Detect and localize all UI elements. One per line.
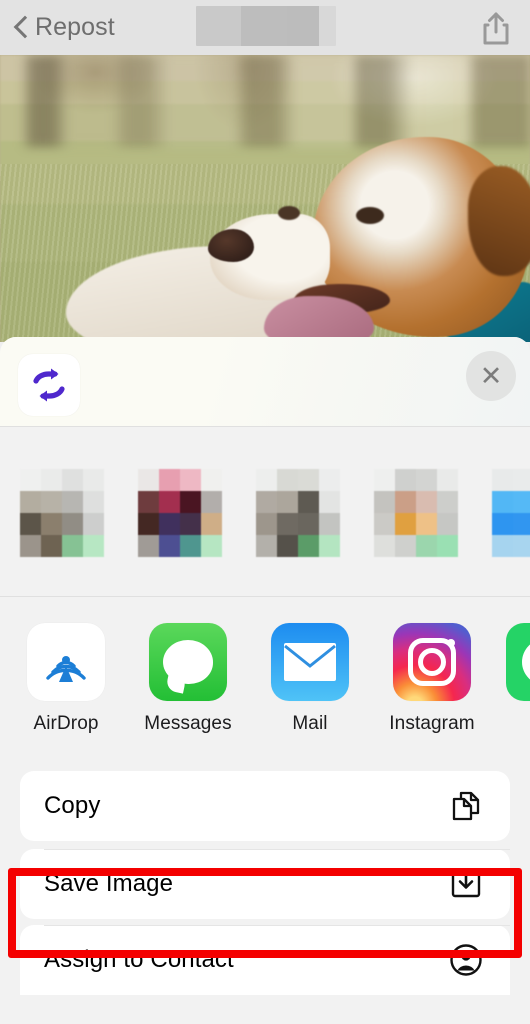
share-app-mail[interactable]: Mail [262,623,358,735]
airdrop-icon [27,623,105,701]
person-circle-icon [446,940,486,980]
redacted-avatar [20,469,104,557]
suggestion-item-5[interactable] [486,451,530,573]
suggestion-item-1[interactable] [14,451,110,573]
action-label: Assign to Contact [44,946,234,973]
share-app-label: Instagram [389,713,475,734]
share-app-label: Mail [292,713,328,734]
redacted-avatar [138,469,222,557]
share-app-instagram[interactable]: Instagram [384,623,480,735]
instagram-dot-glyph [447,639,455,647]
action-label: Copy [44,792,101,819]
dog-eye-right [356,207,384,224]
share-app-airdrop[interactable]: AirDrop [18,623,114,735]
close-button[interactable]: ✕ [466,351,516,401]
suggestion-item-3[interactable] [250,451,346,573]
repost-app-icon [18,354,80,416]
suggestion-item-2[interactable] [132,451,228,573]
airdrop-glyph [46,656,86,682]
redacted-avatar [492,469,530,557]
copy-documents-icon [446,786,486,826]
suggested-contacts-row[interactable] [0,427,530,597]
suggestion-item-4[interactable] [368,451,464,573]
back-button[interactable]: Repost [0,13,115,42]
share-actions-list: Copy Save Image Assign to Contact [0,771,530,995]
action-row-save-image[interactable]: Save Image [20,849,510,919]
action-row-assign-to-contact[interactable]: Assign to Contact [20,925,510,995]
dog-nose [208,229,254,262]
instagram-lens-glyph [418,648,446,676]
navigation-bar: Repost [0,0,530,55]
dog-ear [468,166,530,276]
close-x-icon: ✕ [479,360,503,391]
share-sheet: ✕ AirDrop Messages Mail Instagram Copy S… [0,337,530,1024]
share-button[interactable] [476,9,516,49]
share-sheet-header: ✕ [0,337,530,427]
iphone-share-sheet-screen: Repost ✕ AirDrop Messages Mail Instagram… [0,0,530,1024]
nav-title-redacted [196,6,336,46]
action-row-copy[interactable]: Copy [20,771,510,841]
action-label: Save Image [44,870,174,897]
message-bubble-glyph [163,640,213,684]
envelope-glyph [284,643,336,681]
redacted-avatar [256,469,340,557]
dog-subject [66,127,530,342]
messages-icon [149,623,227,701]
photo-preview [0,55,530,342]
share-app-label: Messages [144,713,232,734]
share-app-messages[interactable]: Messages [140,623,236,735]
dog-eye-left [278,206,300,220]
back-button-label: Repost [35,13,115,41]
whatsapp-icon [506,623,530,701]
repost-loop-icon [33,368,65,402]
share-app-label: AirDrop [33,713,99,734]
share-upload-icon [483,12,509,45]
mail-icon [271,623,349,701]
chevron-left-icon [14,15,29,41]
share-apps-row[interactable]: AirDrop Messages Mail Instagram [0,597,530,757]
whatsapp-glyph [522,639,530,685]
instagram-icon [393,623,471,701]
redacted-avatar [374,469,458,557]
download-tray-icon [446,864,486,904]
share-app-whatsapp[interactable] [506,623,530,713]
